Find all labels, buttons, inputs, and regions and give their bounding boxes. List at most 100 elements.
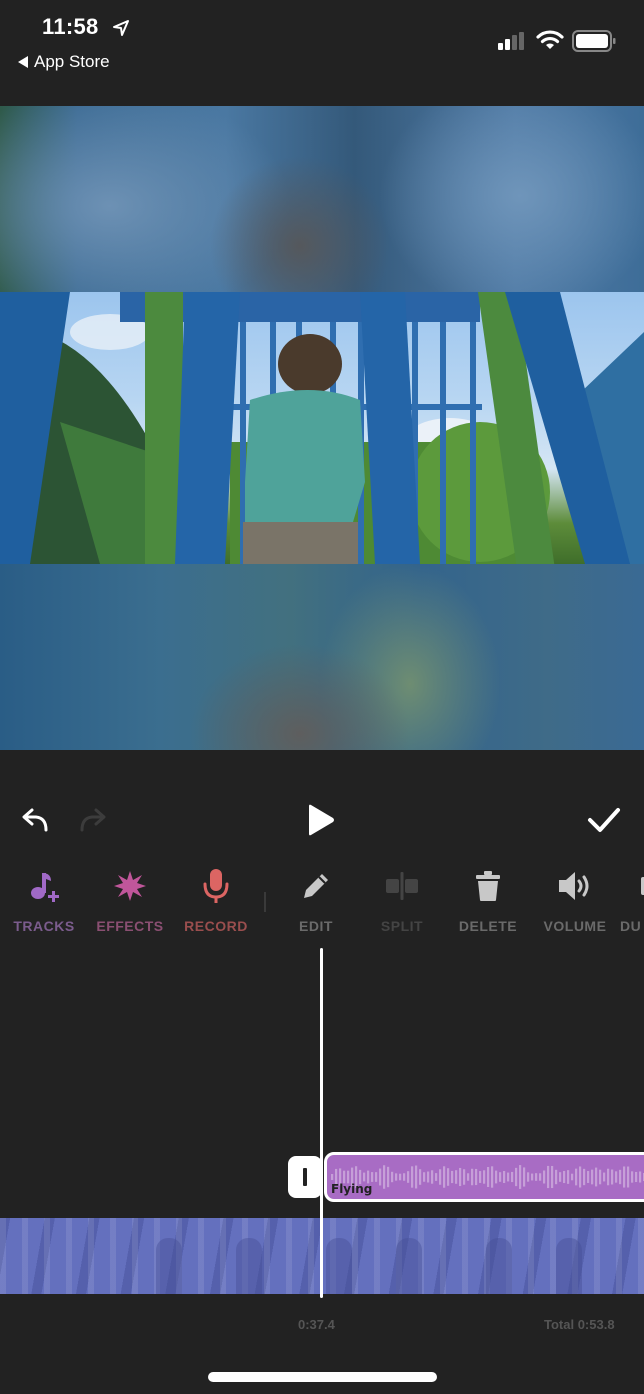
back-triangle-icon xyxy=(18,56,28,68)
waveform-bar xyxy=(559,1172,562,1182)
waveform-bar xyxy=(331,1174,334,1180)
waveform-bar xyxy=(583,1168,586,1186)
thumbnail-figure xyxy=(156,1238,182,1294)
thumbnail-figure xyxy=(396,1238,422,1294)
tool-split: SPLIT xyxy=(359,868,445,934)
waveform-bar xyxy=(375,1172,378,1182)
waveform-bar xyxy=(443,1166,446,1188)
tool-label: SPLIT xyxy=(380,918,424,934)
waveform-bar xyxy=(603,1172,606,1182)
starburst-icon xyxy=(112,868,148,904)
thumbnail-figure xyxy=(556,1238,582,1294)
waveform-bar xyxy=(495,1170,498,1184)
status-time: 11:58 xyxy=(42,14,99,39)
back-app-label: App Store xyxy=(34,52,110,71)
waveform-bar xyxy=(459,1167,462,1187)
waveform-bar xyxy=(415,1165,418,1189)
waveform-bar xyxy=(531,1173,534,1181)
split-icon xyxy=(384,868,420,904)
video-frame-scene xyxy=(0,292,644,564)
waveform-bar xyxy=(491,1166,494,1188)
redo-icon[interactable] xyxy=(76,804,108,836)
home-indicator[interactable] xyxy=(208,1372,437,1382)
back-to-app-store[interactable]: App Store xyxy=(18,52,110,72)
waveform-bar xyxy=(515,1167,518,1187)
tool-duplicate[interactable]: DU xyxy=(618,868,644,934)
blurred-fill-bottom xyxy=(0,564,644,750)
waveform-bar xyxy=(395,1173,398,1181)
waveform-bar xyxy=(379,1168,382,1186)
wifi-icon xyxy=(536,30,564,49)
waveform-bar xyxy=(599,1169,602,1185)
waveform-bar xyxy=(619,1169,622,1185)
tool-volume[interactable]: VOLUME xyxy=(532,868,618,934)
waveform-bar xyxy=(399,1173,402,1181)
waveform-bar xyxy=(587,1171,590,1183)
checkmark-icon[interactable] xyxy=(586,804,622,836)
duplicate-icon xyxy=(618,868,644,904)
music-note-plus-icon xyxy=(26,868,62,904)
waveform-bar xyxy=(575,1168,578,1186)
cellular-signal-icon xyxy=(498,32,524,50)
waveform-bar xyxy=(467,1173,470,1181)
tool-label: DU xyxy=(620,918,642,934)
waveform-bar xyxy=(431,1170,434,1184)
audio-clip[interactable]: Flying xyxy=(324,1152,644,1202)
speaker-icon xyxy=(557,868,593,904)
tool-label: DELETE xyxy=(458,918,518,934)
waveform-bar xyxy=(391,1171,394,1183)
waveform-bar xyxy=(535,1173,538,1181)
tool-label: RECORD xyxy=(184,918,248,934)
thumbnail-figure xyxy=(236,1238,262,1294)
video-preview[interactable] xyxy=(0,106,644,750)
play-icon[interactable] xyxy=(302,802,338,838)
waveform-bar xyxy=(411,1166,414,1188)
waveform-bar xyxy=(471,1168,474,1186)
waveform-bar xyxy=(547,1165,550,1189)
waveform-bar xyxy=(507,1172,510,1182)
waveform-bar xyxy=(447,1168,450,1186)
waveform-bar xyxy=(371,1172,374,1182)
waveform-bar xyxy=(563,1170,566,1184)
waveform-bar xyxy=(523,1167,526,1187)
waveform-bar xyxy=(439,1169,442,1185)
waveform-bar xyxy=(611,1169,614,1185)
microphone-icon xyxy=(198,868,234,904)
tool-edit[interactable]: EDIT xyxy=(273,868,359,934)
tool-tracks[interactable]: TRACKS xyxy=(1,868,87,934)
video-frame xyxy=(0,292,644,564)
undo-icon[interactable] xyxy=(20,804,52,836)
tool-record[interactable]: RECORD xyxy=(173,868,259,934)
waveform-bar xyxy=(475,1168,478,1186)
trim-handle-grip xyxy=(303,1168,307,1186)
tool-effects[interactable]: EFFECTS xyxy=(87,868,173,934)
waveform-bar xyxy=(487,1166,490,1188)
waveform-bar xyxy=(435,1173,438,1181)
waveform-bar xyxy=(455,1170,458,1184)
waveform-bar xyxy=(631,1171,634,1183)
waveform-bar xyxy=(551,1165,554,1189)
tool-label: TRACKS xyxy=(13,918,75,934)
waveform-bar xyxy=(571,1173,574,1181)
audio-clip-trim-handle[interactable] xyxy=(288,1156,322,1198)
pencil-icon xyxy=(298,868,334,904)
waveform-bar xyxy=(527,1172,530,1182)
audio-waveform xyxy=(331,1165,644,1189)
total-duration: Total 0:53.8 xyxy=(544,1317,615,1332)
waveform-bar xyxy=(383,1165,386,1189)
waveform-bar xyxy=(615,1171,618,1183)
waveform-bar xyxy=(479,1171,482,1183)
waveform-bar xyxy=(387,1166,390,1188)
thumbnail-figure xyxy=(326,1238,352,1294)
location-arrow-icon xyxy=(113,20,129,36)
waveform-bar xyxy=(627,1166,630,1188)
tool-label: VOLUME xyxy=(543,918,607,934)
waveform-bar xyxy=(595,1167,598,1187)
tool-delete[interactable]: DELETE xyxy=(445,868,531,934)
waveform-bar xyxy=(623,1166,626,1188)
waveform-bar xyxy=(567,1170,570,1184)
waveform-bar xyxy=(591,1169,594,1185)
tool-divider xyxy=(264,892,266,912)
waveform-bar xyxy=(555,1169,558,1185)
playhead[interactable] xyxy=(320,948,323,1298)
